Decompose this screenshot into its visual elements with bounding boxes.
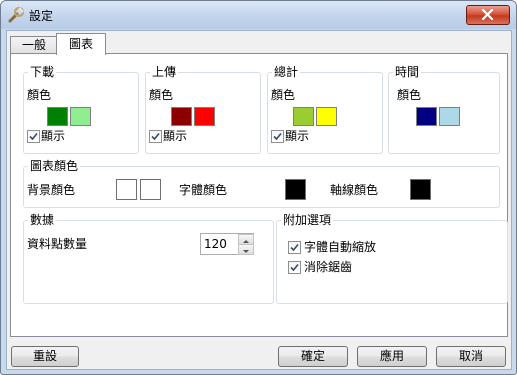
upload-color-label: 顏色 — [149, 88, 174, 102]
extra-options-group-title: 附加選項 — [281, 213, 334, 227]
cancel-button-label: 取消 — [458, 349, 483, 363]
total-color-label: 顏色 — [271, 88, 296, 102]
axis-color-swatch[interactable] — [410, 179, 431, 200]
chart-tab-page: 下載 顏色 顯示 上傳 顏色 顯示 總計 顏色 顯示 時間 顏色 圖表顏色 背景… — [10, 53, 508, 337]
apply-button-label: 應用 — [379, 349, 404, 363]
stepper-down-button[interactable] — [238, 244, 254, 255]
total-group-title: 總計 — [272, 65, 301, 79]
autoscale-checkbox[interactable] — [288, 241, 301, 254]
download-color-label: 顏色 — [27, 88, 52, 102]
apply-button[interactable]: 應用 — [357, 346, 427, 367]
time-color-1[interactable] — [416, 107, 437, 126]
total-show-label: 顯示 — [285, 129, 310, 143]
checkmark-icon — [290, 263, 299, 272]
total-group: 總計 顏色 顯示 — [267, 65, 383, 154]
time-group: 時間 顏色 — [388, 65, 500, 154]
checkmark-icon — [29, 132, 38, 141]
data-group-title: 數據 — [28, 213, 57, 227]
antialias-label: 消除鋸齒 — [304, 260, 353, 274]
title-bar[interactable]: 設定 — [1, 1, 516, 29]
close-button[interactable] — [466, 5, 510, 25]
dialog-client-area: 一般 圖表 下載 顏色 顯示 上傳 顏色 顯示 總計 顏色 顯示 時間 顏色 圖… — [6, 30, 512, 370]
extra-options-group: 附加選項 字體自動縮放 消除鋸齒 — [276, 213, 508, 304]
tab-chart[interactable]: 圖表 — [56, 33, 106, 55]
checkmark-icon — [151, 132, 160, 141]
download-color-2[interactable] — [70, 107, 91, 126]
wrench-icon — [7, 6, 25, 24]
close-icon — [481, 9, 494, 20]
reset-button[interactable]: 重設 — [11, 346, 79, 367]
download-show-label: 顯示 — [41, 129, 66, 143]
tab-general[interactable]: 一般 — [10, 36, 58, 54]
time-group-title: 時間 — [393, 65, 422, 79]
total-show-checkbox[interactable] — [271, 130, 284, 143]
data-group: 數據 資料點數量 120 — [23, 213, 274, 304]
chart-colors-group-title: 圖表顏色 — [28, 159, 81, 173]
settings-window: 設定 一般 圖表 下載 顏色 顯示 上傳 顏色 顯示 總計 顏色 顯示 時間 顏… — [0, 0, 517, 375]
total-color-1[interactable] — [293, 107, 314, 126]
download-group: 下載 顏色 顯示 — [23, 65, 139, 154]
chart-colors-group: 圖表顏色 背景顏色 字體顏色 軸線顏色 — [23, 159, 500, 208]
tab-chart-label: 圖表 — [68, 37, 93, 51]
antialias-checkbox[interactable] — [288, 261, 301, 274]
ok-button-label: 確定 — [300, 349, 325, 363]
upload-show-checkbox[interactable] — [149, 130, 162, 143]
total-color-2[interactable] — [316, 107, 337, 126]
font-color-swatch[interactable] — [285, 179, 306, 200]
stepper-buttons — [238, 234, 254, 255]
data-points-stepper[interactable]: 120 — [200, 233, 254, 255]
reset-button-label: 重設 — [32, 349, 57, 363]
download-show-checkbox[interactable] — [27, 130, 40, 143]
time-color-label: 顏色 — [397, 88, 422, 102]
ok-button[interactable]: 確定 — [278, 346, 348, 367]
axis-color-label: 軸線顏色 — [330, 183, 379, 197]
data-points-label: 資料點數量 — [27, 237, 88, 251]
checkmark-icon — [290, 243, 299, 252]
font-color-label: 字體顏色 — [179, 183, 228, 197]
autoscale-label: 字體自動縮放 — [304, 240, 377, 254]
cancel-button[interactable]: 取消 — [436, 346, 506, 367]
download-color-1[interactable] — [47, 107, 68, 126]
window-title: 設定 — [29, 9, 54, 23]
checkmark-icon — [273, 132, 282, 141]
data-points-value[interactable]: 120 — [204, 237, 227, 251]
upload-show-label: 顯示 — [163, 129, 188, 143]
tab-general-label: 一般 — [21, 38, 46, 52]
time-color-2[interactable] — [439, 107, 460, 126]
upload-color-1[interactable] — [171, 107, 192, 126]
upload-group: 上傳 顏色 顯示 — [145, 65, 261, 154]
background-color-1[interactable] — [116, 179, 137, 200]
upload-group-title: 上傳 — [150, 65, 179, 79]
background-color-label: 背景顏色 — [27, 183, 76, 197]
download-group-title: 下載 — [28, 65, 57, 79]
upload-color-2[interactable] — [194, 107, 215, 126]
background-color-2[interactable] — [140, 179, 161, 200]
arrow-down-icon — [243, 250, 249, 253]
